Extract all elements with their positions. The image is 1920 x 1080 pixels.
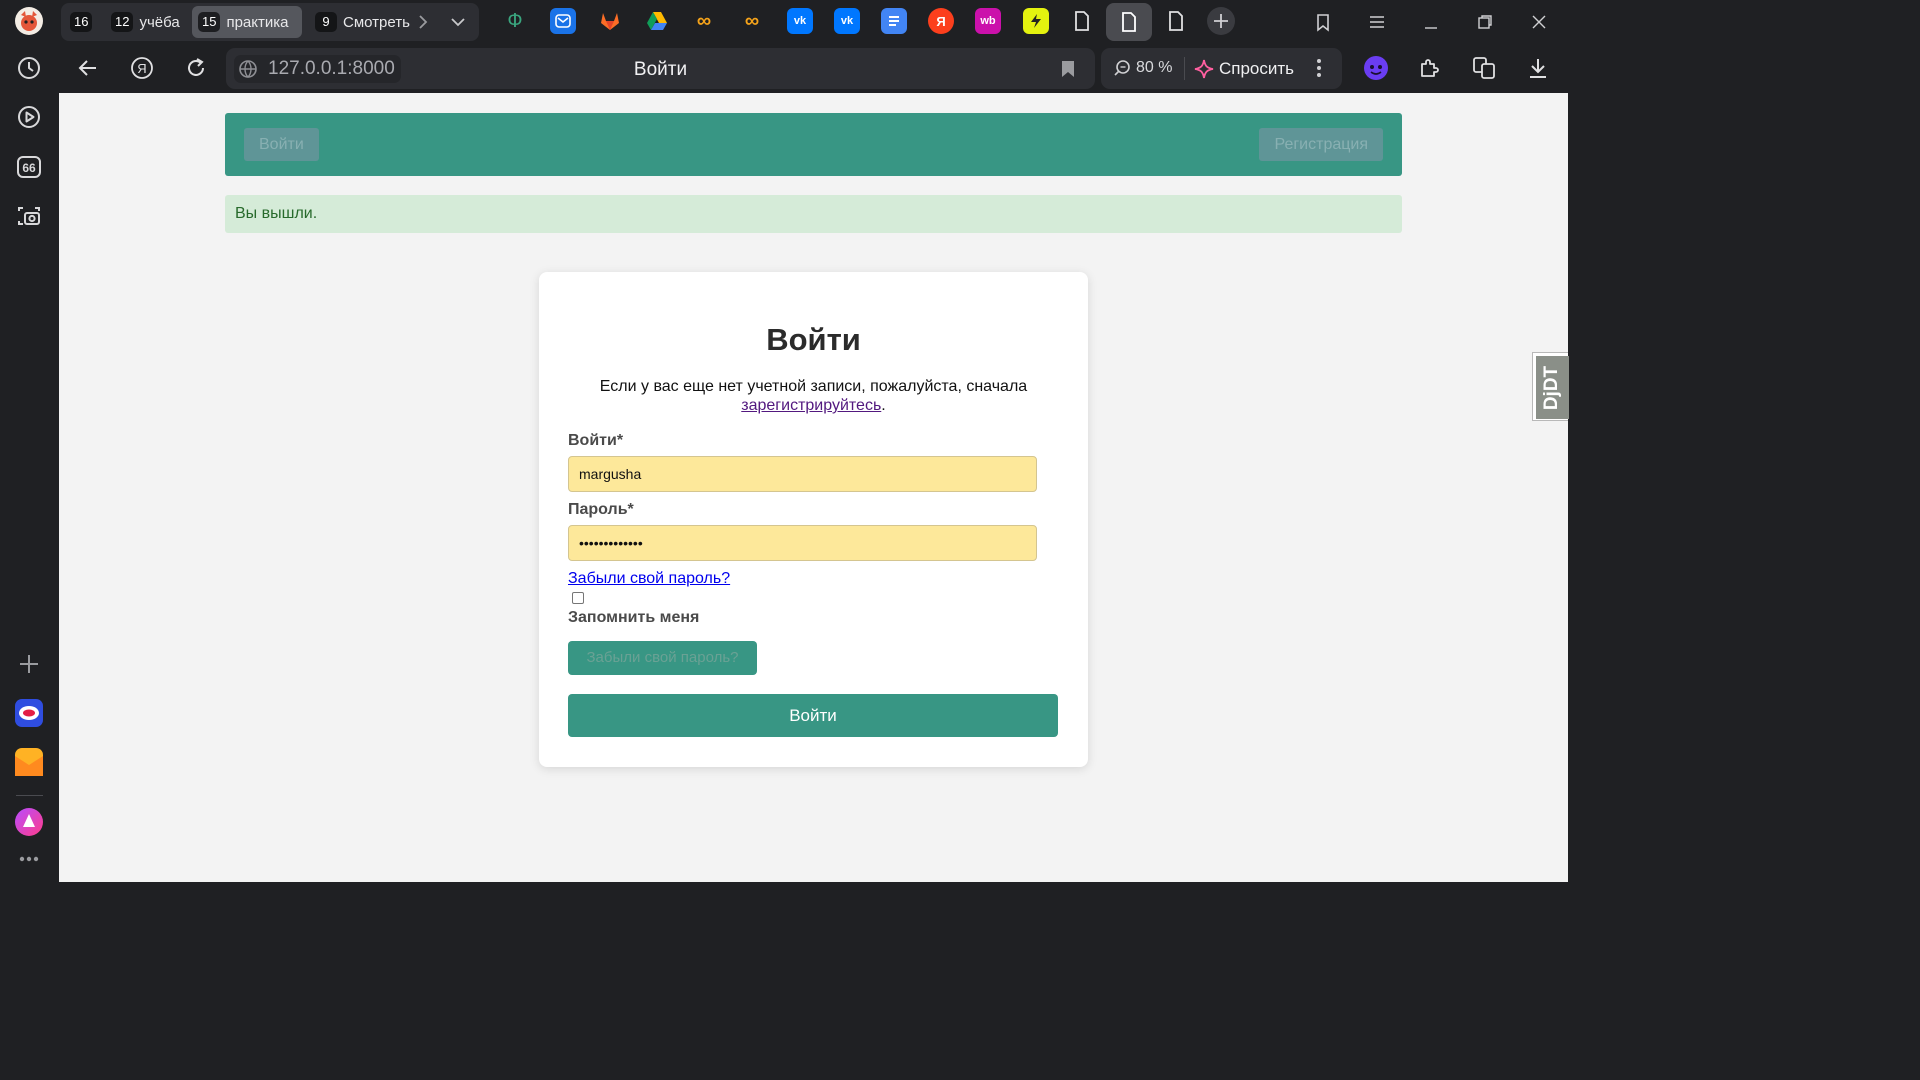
forgot-password-button[interactable]: Забыли свой пароль? [568, 641, 757, 675]
tab-label: учёба [139, 13, 180, 31]
extensions-icon[interactable] [1416, 54, 1444, 82]
login-submit-button[interactable]: Войти [568, 694, 1058, 737]
intro-text: Если у вас еще нет учетной записи, пожал… [579, 377, 1048, 415]
minimize-icon[interactable] [1419, 10, 1443, 34]
intro-end: . [881, 397, 886, 414]
mail-tab-icon[interactable] [550, 8, 576, 34]
gitlab-icon[interactable] [597, 8, 623, 34]
restore-icon[interactable] [1473, 10, 1497, 34]
sidebar-divider [16, 795, 43, 796]
tools-pill: 80 % Спросить [1101, 48, 1342, 89]
tab-count: 9 [315, 12, 337, 32]
more-vertical-icon[interactable] [1316, 58, 1322, 83]
navbar: Войти Регистрация [225, 113, 1402, 176]
tab-group: 16 12 учёба 15 практика 9 Смотреть [61, 3, 479, 41]
close-icon[interactable] [1527, 10, 1551, 34]
logout-alert: Вы вышли. [225, 195, 1402, 233]
tab-count: 16 [70, 12, 93, 32]
infinity-icon[interactable]: ∞ [691, 8, 717, 34]
tab-group-practice[interactable]: 15 практика [192, 6, 302, 38]
remember-checkbox[interactable] [572, 592, 584, 604]
tab-group-16[interactable]: 16 [64, 6, 104, 38]
register-link[interactable]: зарегистрируйтесь [741, 397, 881, 414]
divider [1184, 57, 1185, 80]
add-panel-icon[interactable] [13, 648, 45, 680]
chevron-right-icon [419, 15, 428, 29]
nav-register-button[interactable]: Регистрация [1259, 128, 1383, 161]
google-docs-icon[interactable] [881, 8, 907, 34]
document-tab-active-icon[interactable] [1106, 3, 1152, 41]
extension-avatar-icon[interactable] [1362, 54, 1390, 82]
yandex-browser-icon[interactable]: Я [128, 54, 156, 82]
infinity-icon-2[interactable]: ∞ [739, 8, 765, 34]
tab-count: 15 [198, 12, 221, 32]
browser-sidebar: 66 [0, 0, 59, 882]
flash-site-icon[interactable] [1023, 8, 1049, 34]
download-icon[interactable] [1524, 54, 1552, 82]
page-title: Войти [633, 59, 688, 80]
chevron-down-icon[interactable] [449, 13, 467, 36]
zoom-indicator[interactable]: 80 % [1113, 59, 1172, 77]
tab-label: Смотреть [343, 13, 410, 31]
login-input[interactable]: margusha [568, 456, 1037, 492]
forgot-password-link[interactable]: Забыли свой пароль? [568, 570, 730, 588]
password-label: Пароль* [568, 501, 634, 518]
page-content: Войти Регистрация Вы вышли. Войти Если у… [59, 93, 1568, 882]
screenshot-icon[interactable] [13, 200, 45, 232]
new-tab-button[interactable] [1207, 7, 1235, 35]
more-icon[interactable] [13, 843, 45, 875]
login-label: Войти* [568, 432, 624, 449]
remember-label: Запомнить меня [568, 609, 700, 626]
tab-group-study[interactable]: 12 учёба [105, 6, 186, 38]
menu-icon[interactable] [1365, 10, 1389, 34]
google-drive-icon[interactable] [644, 8, 670, 34]
password-input[interactable]: ••••••••••••• [568, 525, 1037, 561]
zoom-icon [1114, 60, 1130, 76]
bookmark-icon[interactable] [1061, 60, 1075, 83]
tab-group-watch[interactable]: 9 Смотреть [309, 6, 434, 38]
document-tab-icon[interactable] [1069, 8, 1095, 34]
reload-icon[interactable] [182, 54, 210, 82]
vk-icon[interactable]: vk [787, 8, 813, 34]
form-title: Войти [766, 322, 861, 357]
yandex-icon[interactable]: Я [928, 8, 954, 34]
document-tab-icon-2[interactable] [1163, 8, 1189, 34]
translate-icon[interactable] [1470, 54, 1498, 82]
ask-label: Спросить [1219, 59, 1295, 78]
address-bar[interactable]: 127.0.0.1:8000 Войти [226, 48, 1095, 89]
mail-icon[interactable] [13, 746, 45, 778]
browser-toolbar: Я 127.0.0.1:8000 Войти 80 % Спросить [59, 44, 1568, 93]
svg-text:66: 66 [22, 161, 36, 175]
intro-message: Если у вас еще нет учетной записи, пожал… [599, 378, 1028, 395]
tab-count: 12 [111, 12, 134, 32]
quote-icon[interactable]: 66 [13, 151, 45, 183]
back-icon[interactable] [74, 54, 102, 82]
alice-icon[interactable] [13, 806, 45, 838]
vk-icon-2[interactable]: vk [834, 8, 860, 34]
wildberries-icon[interactable]: wb [975, 8, 1001, 34]
opera-icon[interactable] [13, 697, 45, 729]
login-card: Войти Если у вас еще нет учетной записи,… [539, 272, 1088, 767]
phi-site-icon[interactable]: Ф [502, 8, 528, 34]
django-debug-toolbar-handle[interactable]: DjDT [1532, 352, 1569, 421]
profile-avatar[interactable] [13, 5, 45, 37]
tab-bar: 16 12 учёба 15 практика 9 Смотреть Ф ∞ ∞… [59, 0, 1568, 44]
tab-label: практика [226, 13, 289, 31]
djdt-label: DjDT [1541, 365, 1563, 410]
svg-text:Я: Я [137, 61, 146, 76]
ai-sparkle-icon [1194, 59, 1214, 79]
history-icon[interactable] [13, 52, 45, 84]
djdt-badge: DjDT [1536, 356, 1569, 419]
nav-login-button[interactable]: Войти [244, 128, 319, 161]
collections-icon[interactable] [1311, 10, 1335, 34]
play-icon[interactable] [13, 101, 45, 133]
ask-button[interactable]: Спросить [1193, 58, 1294, 80]
zoom-level: 80 % [1136, 59, 1173, 76]
